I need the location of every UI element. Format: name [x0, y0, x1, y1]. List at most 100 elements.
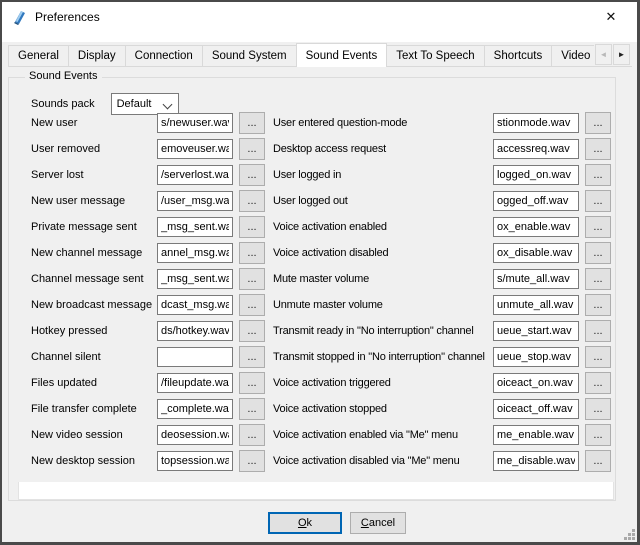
sound-events-left-column: New user ... User removed ... Server los… — [31, 110, 265, 474]
sound-file-input[interactable] — [157, 373, 233, 393]
sound-file-input[interactable] — [157, 243, 233, 263]
sound-file-input[interactable] — [157, 139, 233, 159]
dialog-client-area: Preferences ✕ General Display Connection… — [2, 2, 637, 542]
browse-button[interactable]: ... — [239, 190, 265, 212]
title-bar[interactable]: Preferences ✕ — [2, 2, 637, 42]
event-label: File transfer complete — [31, 403, 157, 415]
sound-file-input[interactable] — [157, 425, 233, 445]
browse-button[interactable]: ... — [239, 450, 265, 472]
browse-button[interactable]: ... — [585, 346, 611, 368]
tab-display[interactable]: Display — [68, 45, 126, 66]
sound-file-input[interactable] — [157, 399, 233, 419]
browse-button[interactable]: ... — [239, 268, 265, 290]
browse-button[interactable]: ... — [585, 450, 611, 472]
sound-file-input[interactable] — [157, 295, 233, 315]
resize-grip[interactable] — [622, 527, 635, 540]
event-label: Channel message sent — [31, 273, 157, 285]
sound-file-input[interactable] — [493, 139, 579, 159]
browse-button[interactable]: ... — [239, 372, 265, 394]
cancel-button[interactable]: Cancel — [350, 512, 406, 534]
browse-button[interactable]: ... — [585, 138, 611, 160]
tab-text-to-speech[interactable]: Text To Speech — [386, 45, 484, 66]
browse-button[interactable]: ... — [239, 138, 265, 160]
sound-file-input[interactable] — [493, 321, 579, 341]
event-label: Voice activation triggered — [273, 377, 493, 389]
browse-button[interactable]: ... — [585, 112, 611, 134]
browse-button[interactable]: ... — [585, 216, 611, 238]
sound-events-right-column: User entered question-mode ... Desktop a… — [273, 110, 611, 474]
browse-button[interactable]: ... — [239, 112, 265, 134]
event-label: Private message sent — [31, 221, 157, 233]
row-channel-message-sent: Channel message sent ... — [31, 266, 265, 292]
sound-file-input[interactable] — [493, 243, 579, 263]
sound-file-input[interactable] — [157, 113, 233, 133]
close-button[interactable]: ✕ — [589, 2, 633, 32]
right-arrow-icon: ► — [618, 50, 626, 59]
browse-button[interactable]: ... — [585, 268, 611, 290]
event-label: User removed — [31, 143, 157, 155]
sound-file-input[interactable] — [157, 347, 233, 367]
tab-connection[interactable]: Connection — [125, 45, 203, 66]
row-private-message-sent: Private message sent ... — [31, 214, 265, 240]
left-arrow-icon: ◄ — [600, 50, 608, 59]
browse-button[interactable]: ... — [239, 424, 265, 446]
browse-button[interactable]: ... — [239, 320, 265, 342]
tab-general[interactable]: General — [8, 45, 69, 66]
sound-file-input[interactable] — [493, 269, 579, 289]
browse-button[interactable]: ... — [585, 372, 611, 394]
group-title: Sound Events — [25, 70, 102, 82]
tab-scroll-left-button[interactable]: ◄ — [595, 44, 612, 65]
browse-button[interactable]: ... — [239, 398, 265, 420]
browse-button[interactable]: ... — [585, 320, 611, 342]
browse-button[interactable]: ... — [585, 424, 611, 446]
sound-events-group: Sound Events Sounds pack Default New use… — [8, 77, 616, 501]
sound-file-input[interactable] — [157, 191, 233, 211]
tab-shortcuts[interactable]: Shortcuts — [484, 45, 553, 66]
event-label: Files updated — [31, 377, 157, 389]
browse-button[interactable]: ... — [585, 242, 611, 264]
event-label: Transmit ready in "No interruption" chan… — [273, 325, 493, 337]
event-label: User entered question-mode — [273, 117, 493, 129]
sound-file-input[interactable] — [157, 451, 233, 471]
browse-button[interactable]: ... — [585, 398, 611, 420]
scroll-area-filler — [18, 482, 614, 500]
sound-file-input[interactable] — [493, 399, 579, 419]
row-transmit-stopped-no-interruption: Transmit stopped in "No interruption" ch… — [273, 344, 611, 370]
sound-file-input[interactable] — [157, 269, 233, 289]
app-icon — [11, 9, 28, 26]
event-label: Server lost — [31, 169, 157, 181]
window-title: Preferences — [35, 10, 100, 24]
tab-sound-events[interactable]: Sound Events — [296, 43, 388, 67]
sound-file-input[interactable] — [157, 321, 233, 341]
browse-button[interactable]: ... — [585, 190, 611, 212]
sound-file-input[interactable] — [157, 217, 233, 237]
sound-file-input[interactable] — [493, 347, 579, 367]
browse-button[interactable]: ... — [239, 164, 265, 186]
browse-button[interactable]: ... — [585, 294, 611, 316]
browse-button[interactable]: ... — [239, 294, 265, 316]
sound-file-input[interactable] — [157, 165, 233, 185]
sound-file-input[interactable] — [493, 295, 579, 315]
ok-button[interactable]: Ok — [268, 512, 342, 534]
browse-button[interactable]: ... — [239, 216, 265, 238]
sound-file-input[interactable] — [493, 373, 579, 393]
browse-button[interactable]: ... — [239, 346, 265, 368]
tab-sound-system[interactable]: Sound System — [202, 45, 297, 66]
sound-file-input[interactable] — [493, 165, 579, 185]
sound-file-input[interactable] — [493, 425, 579, 445]
row-new-user: New user ... — [31, 110, 265, 136]
event-label: New desktop session — [31, 455, 157, 467]
sound-file-input[interactable] — [493, 113, 579, 133]
tab-scroll-right-button[interactable]: ► — [613, 44, 630, 65]
sound-file-input[interactable] — [493, 451, 579, 471]
sound-file-input[interactable] — [493, 191, 579, 211]
row-user-logged-out: User logged out ... — [273, 188, 611, 214]
sound-file-input[interactable] — [493, 217, 579, 237]
browse-button[interactable]: ... — [585, 164, 611, 186]
row-desktop-access-request: Desktop access request ... — [273, 136, 611, 162]
row-unmute-master-volume: Unmute master volume ... — [273, 292, 611, 318]
browse-button[interactable]: ... — [239, 242, 265, 264]
tab-video[interactable]: Video — [551, 45, 594, 66]
row-voice-activation-enabled-me-menu: Voice activation enabled via "Me" menu .… — [273, 422, 611, 448]
event-label: New channel message — [31, 247, 157, 259]
